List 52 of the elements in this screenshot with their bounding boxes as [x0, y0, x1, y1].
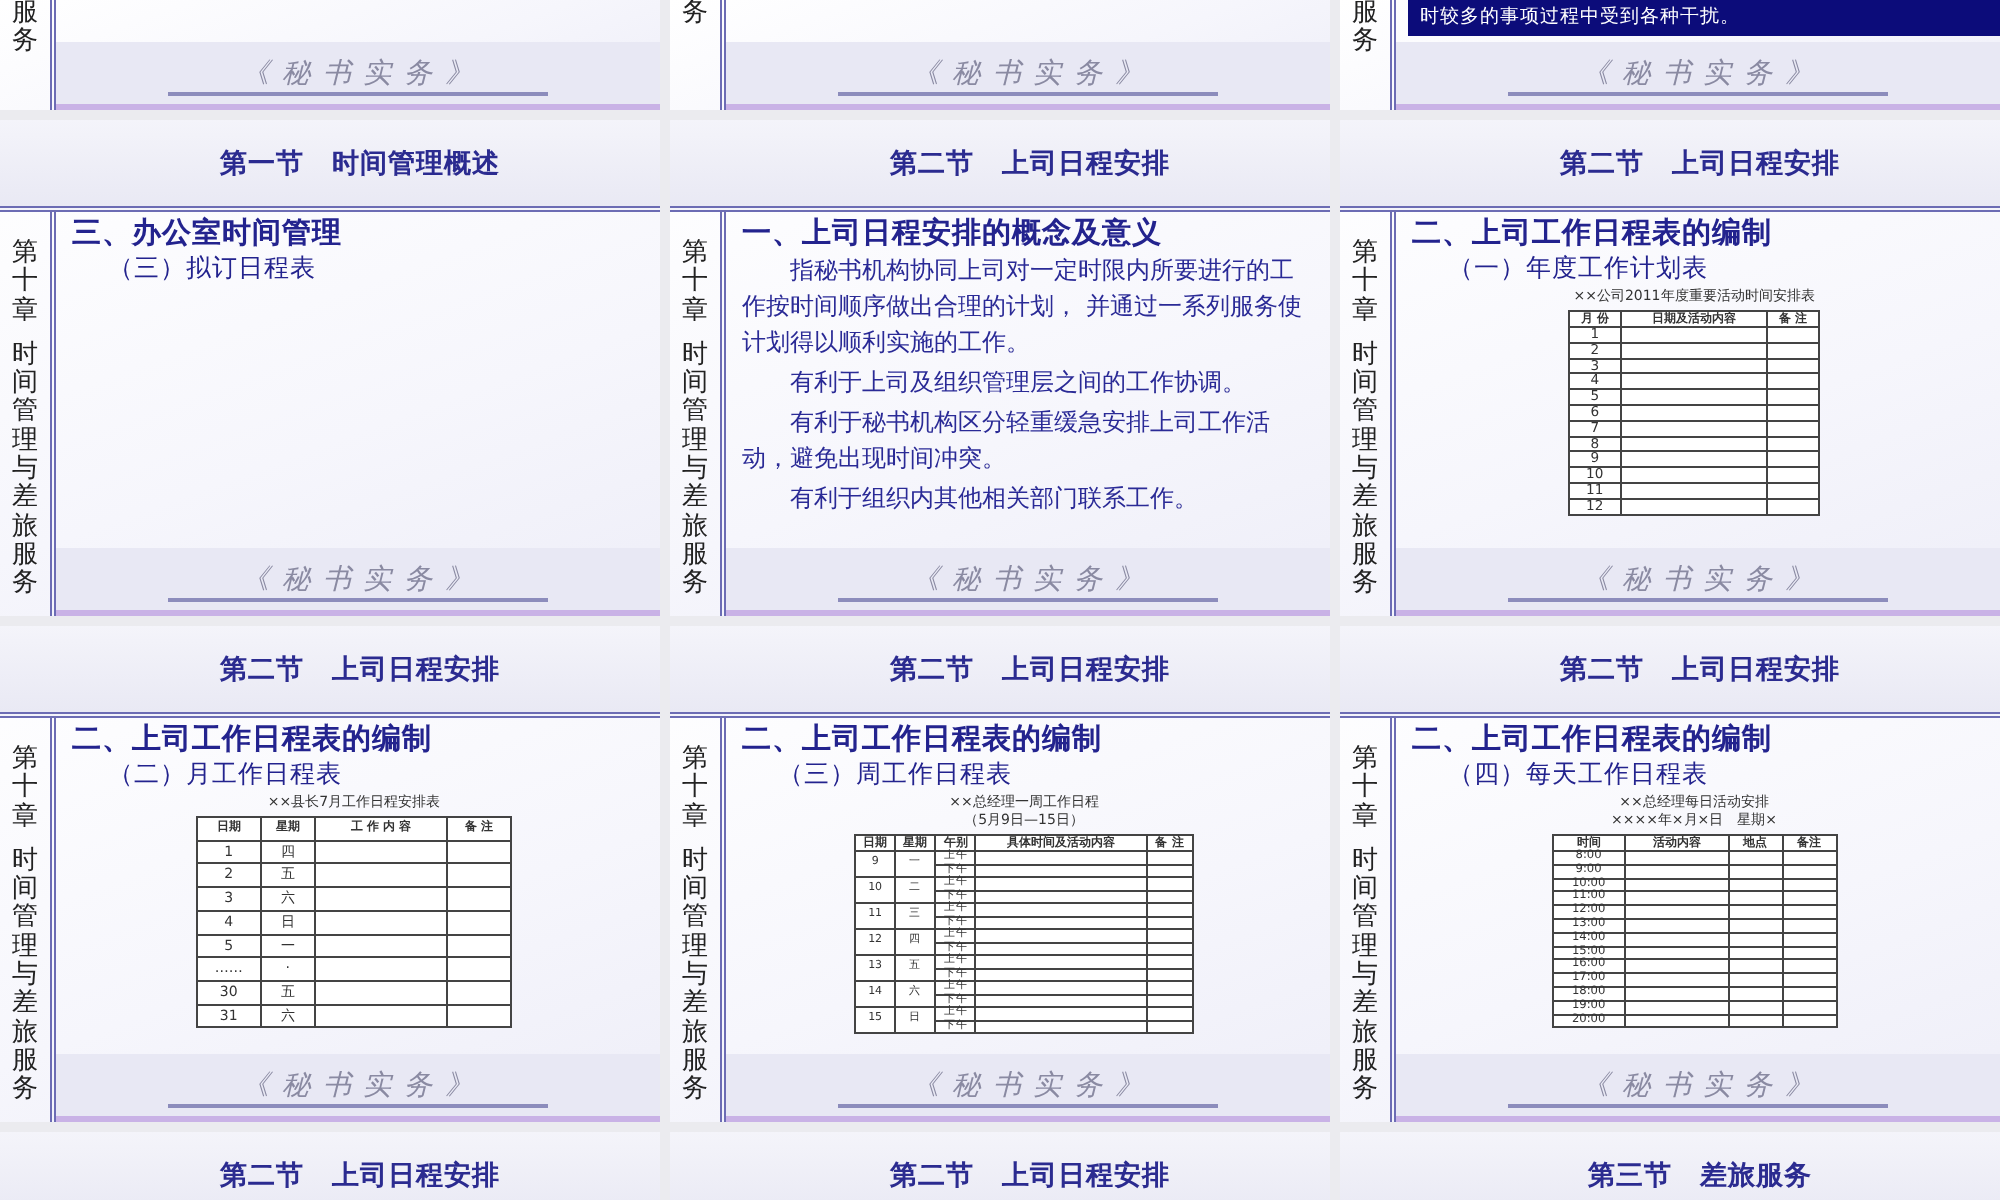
chapter-label: 第十章: [12, 240, 38, 326]
chapter-label: 时间管理与差旅服务: [682, 847, 708, 1106]
chapter-label: 时间管理与差旅服务: [12, 847, 38, 1106]
body-text: 有利于秘书机构区分轻重缓急安排上司工作活动，避免出现时间冲突。: [742, 406, 1272, 476]
slide-footer: 《 秘 书 实 务 》: [1396, 548, 2000, 616]
slide-thumbnail[interactable]: 第二节 上司日程安排 第十章 时间管理与差旅服务 一、上司日程安排的概念及意义 指秘书机构协同上司对一定时限内所要进行的工作按时间顺序做出合理的计划， 并通过一系列服务使计划得以顺利实施的工作。 有利于上司及组织管理层之间的工作协调。 有利于秘书机构区分轻重缓急安排上司工作活动，避免出现时间冲突。 有利于组织内其他相关部门联系工作。 《 秘 书 实 务 》: [670, 120, 1330, 616]
chapter-label: 第十章: [682, 240, 708, 326]
note-text: 时较多的事项过程中受到各种干扰。: [1408, 0, 2000, 36]
slide-heading: 一、上司日程安排的概念及意义: [742, 216, 1164, 252]
slide-subheading: （一）年度工作计划表: [1446, 252, 1710, 284]
body-text: 指秘书机构协同上司对一定时限内所要进行的工作按时间顺序做出合理的计划， 并通过一系列服务使计划得以顺利实施的工作。: [742, 254, 1304, 360]
chapter-label: 时间管理与差旅服务: [12, 341, 38, 600]
slide-thumbnail[interactable]: 服务 时较多的事项过程中受到各种干扰。 《 秘 书 实 务 》: [1340, 0, 2000, 110]
body-text: 有利于组织内其他相关部门联系工作。: [787, 482, 1200, 516]
slide-header[interactable]: 第二节 上司日程安排: [670, 1132, 1330, 1200]
slide-heading: 二、上司工作日程表的编制: [72, 722, 434, 758]
slide-thumbnail[interactable]: 服务 《 秘 书 实 务 》: [0, 0, 660, 110]
slide-footer: 《 秘 书 实 务 》: [56, 548, 660, 616]
slide-header: 第二节 上司日程安排: [1340, 120, 2000, 212]
slide-subheading: （二）月工作日程表: [106, 758, 344, 790]
slide-thumbnail[interactable]: 第一节 时间管理概述 第十章 时间管理与差旅服务 三、办公室时间管理 （三）拟订日程表 《 秘 书 实 务 》: [0, 120, 660, 616]
slide-footer: 《 秘 书 实 务 》: [56, 42, 660, 110]
slide-header: 第一节 时间管理概述: [0, 120, 660, 212]
slide-heading: 二、上司工作日程表的编制: [1412, 216, 1774, 252]
slide-header[interactable]: 第二节 上司日程安排: [0, 1132, 660, 1200]
slide-subheading: （四）每天工作日程表: [1446, 758, 1710, 790]
slide-footer: 《 秘 书 实 务 》: [726, 42, 1330, 110]
slide-heading: 二、上司工作日程表的编制: [742, 722, 1104, 758]
chapter-label: 时间管理与差旅服务: [682, 341, 708, 600]
chapter-label: 第十章: [12, 746, 38, 832]
slide-header: 第二节 上司日程安排: [1340, 626, 2000, 718]
slide-footer: 《 秘 书 实 务 》: [726, 1054, 1330, 1122]
chapter-label: 第十章: [1352, 240, 1378, 326]
slide-footer: 《 秘 书 实 务 》: [1396, 42, 2000, 110]
slide-footer: 《 秘 书 实 务 》: [1396, 1054, 2000, 1122]
chapter-label: 服务: [12, 0, 38, 58]
chapter-label: 服务: [1352, 0, 1378, 58]
slide-subheading: （三）周工作日程表: [776, 758, 1014, 790]
chapter-label: 第十章: [682, 746, 708, 832]
slide-subheading: （三）拟订日程表: [106, 252, 318, 284]
slide-header: 第二节 上司日程安排: [0, 626, 660, 718]
slide-footer: 《 秘 书 实 务 》: [56, 1054, 660, 1122]
slide-heading: 三、办公室时间管理: [72, 216, 344, 252]
chapter-label: 时间管理与差旅服务: [1352, 341, 1378, 600]
slide-heading: 二、上司工作日程表的编制: [1412, 722, 1774, 758]
slide-header: 第二节 上司日程安排: [670, 626, 1330, 718]
slide-header[interactable]: 第三节 差旅服务: [1340, 1132, 2000, 1200]
chapter-label: 第十章: [1352, 746, 1378, 832]
slide-footer: 《 秘 书 实 务 》: [726, 548, 1330, 616]
body-text: 有利于上司及组织管理层之间的工作协调。: [787, 366, 1248, 400]
slide-header: 第二节 上司日程安排: [670, 120, 1330, 212]
chapter-label: 时间管理与差旅服务: [1352, 847, 1378, 1106]
